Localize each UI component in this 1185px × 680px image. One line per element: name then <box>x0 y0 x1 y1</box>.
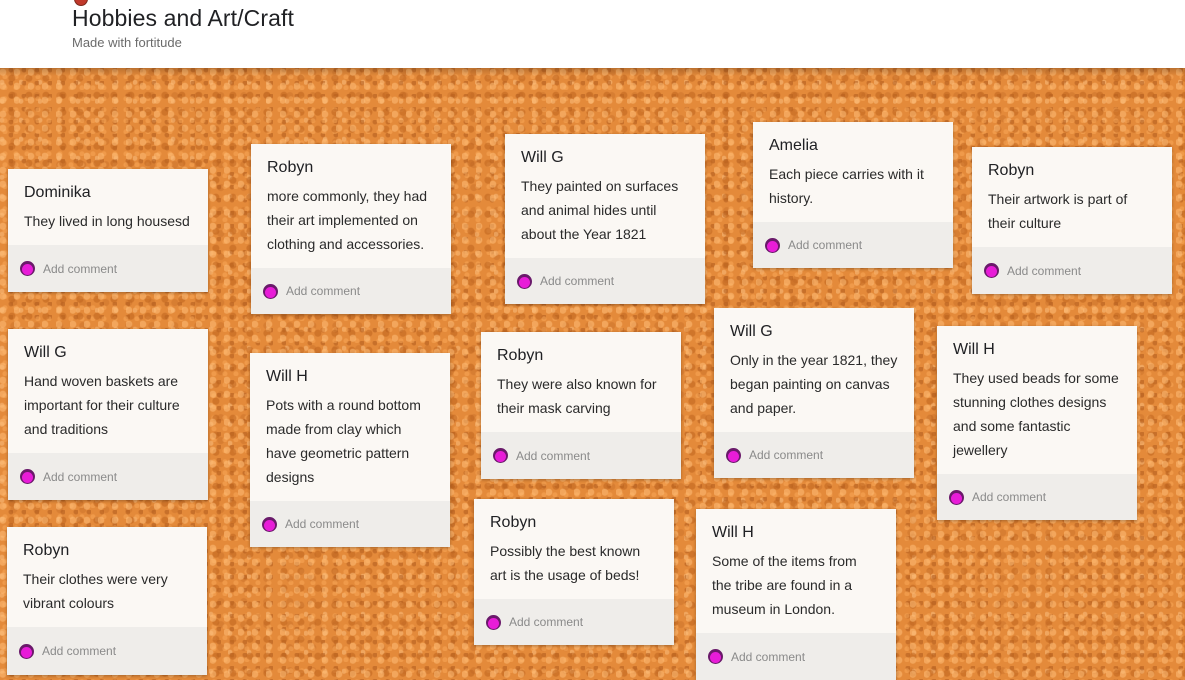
post-card[interactable]: Will H Some of the items from the tribe … <box>696 509 896 680</box>
post-card[interactable]: Robyn Possibly the best known art is the… <box>474 499 674 645</box>
post-text: They used beads for some stunning clothe… <box>953 370 1119 458</box>
add-comment-label: Add comment <box>540 274 615 288</box>
avatar-icon <box>984 263 999 278</box>
add-comment-button[interactable]: Add comment <box>937 474 1137 520</box>
post-card[interactable]: Robyn They were also known for their mas… <box>481 332 681 479</box>
post-text: Only in the year 1821, they began painti… <box>730 352 898 416</box>
avatar-icon <box>20 469 35 484</box>
post-text: Their clothes were very vibrant colours <box>23 571 168 611</box>
add-comment-button[interactable]: Add comment <box>7 627 207 675</box>
cork-board: Dominika They lived in long housesd Add … <box>0 68 1185 680</box>
add-comment-button[interactable]: Add comment <box>714 432 914 478</box>
post-card[interactable]: Dominika They lived in long housesd Add … <box>8 169 208 292</box>
add-comment-label: Add comment <box>972 490 1047 504</box>
add-comment-button[interactable]: Add comment <box>753 222 953 268</box>
post-card[interactable]: Amelia Each piece carries with it histor… <box>753 122 953 268</box>
add-comment-button[interactable]: Add comment <box>972 247 1172 294</box>
board-title: Hobbies and Art/Craft <box>72 5 294 31</box>
post-card[interactable]: Robyn more commonly, they had their art … <box>251 144 451 314</box>
add-comment-button[interactable]: Add comment <box>8 245 208 292</box>
post-card[interactable]: Will H Pots with a round bottom made fro… <box>250 353 450 547</box>
avatar-icon <box>517 273 532 289</box>
avatar-icon <box>726 447 741 463</box>
post-author: Robyn <box>497 347 544 364</box>
post-text: They lived in long housesd <box>24 213 190 229</box>
avatar-icon <box>765 237 780 253</box>
post-card[interactable]: Will G Hand woven baskets are important … <box>8 329 208 500</box>
add-comment-button[interactable]: Add comment <box>251 268 451 314</box>
post-text: Hand woven baskets are important for the… <box>24 373 180 437</box>
add-comment-button[interactable]: Add comment <box>696 633 896 680</box>
add-comment-label: Add comment <box>731 649 806 664</box>
board-header: Hobbies and Art/Craft Made with fortitud… <box>0 0 1185 68</box>
add-comment-label: Add comment <box>43 469 118 484</box>
post-author: Will H <box>266 368 308 385</box>
post-card[interactable]: Will G They painted on surfaces and anim… <box>505 134 705 304</box>
post-text: Pots with a round bottom made from clay … <box>266 397 421 485</box>
post-text: more commonly, they had their art implem… <box>267 188 428 252</box>
post-author: Robyn <box>988 162 1035 179</box>
post-author: Robyn <box>490 514 537 531</box>
post-author: Will H <box>712 524 754 541</box>
post-card[interactable]: Robyn Their clothes were very vibrant co… <box>7 527 207 675</box>
add-comment-button[interactable]: Add comment <box>505 258 705 304</box>
add-comment-label: Add comment <box>286 284 361 298</box>
avatar-icon <box>263 283 278 299</box>
add-comment-button[interactable]: Add comment <box>474 599 674 645</box>
post-author: Amelia <box>769 137 818 154</box>
post-card[interactable]: Will G Only in the year 1821, they began… <box>714 308 914 478</box>
avatar-icon <box>708 649 723 664</box>
add-comment-button[interactable]: Add comment <box>250 501 450 547</box>
avatar-icon <box>262 516 277 532</box>
post-text: They were also known for their mask carv… <box>497 376 657 416</box>
post-card[interactable]: Robyn Their artwork is part of their cul… <box>972 147 1172 294</box>
add-comment-label: Add comment <box>285 517 360 531</box>
add-comment-label: Add comment <box>1007 263 1082 278</box>
post-author: Will G <box>521 149 564 166</box>
avatar-icon <box>19 643 34 659</box>
post-author: Dominika <box>24 184 91 201</box>
avatar-icon <box>493 448 508 463</box>
add-comment-label: Add comment <box>42 644 117 658</box>
add-comment-label: Add comment <box>788 238 863 252</box>
avatar-icon <box>949 489 964 505</box>
post-author: Robyn <box>23 542 70 559</box>
post-text: Possibly the best known art is the usage… <box>490 543 641 583</box>
post-author: Will G <box>24 344 67 361</box>
post-text: They painted on surfaces and animal hide… <box>521 178 679 242</box>
add-comment-label: Add comment <box>749 448 824 462</box>
post-author: Robyn <box>267 159 314 176</box>
avatar-icon <box>486 614 501 630</box>
post-text: Some of the items from the tribe are fou… <box>712 553 857 617</box>
post-author: Will H <box>953 341 995 358</box>
post-author: Will G <box>730 323 773 340</box>
board-subtitle: Made with fortitude <box>72 35 182 50</box>
add-comment-label: Add comment <box>43 261 118 276</box>
post-text: Their artwork is part of their culture <box>988 191 1128 231</box>
add-comment-label: Add comment <box>509 615 584 629</box>
add-comment-label: Add comment <box>516 448 591 463</box>
avatar-icon <box>20 261 35 276</box>
add-comment-button[interactable]: Add comment <box>8 453 208 500</box>
post-card[interactable]: Will H They used beads for some stunning… <box>937 326 1137 520</box>
add-comment-button[interactable]: Add comment <box>481 432 681 479</box>
post-text: Each piece carries with it history. <box>769 166 924 206</box>
